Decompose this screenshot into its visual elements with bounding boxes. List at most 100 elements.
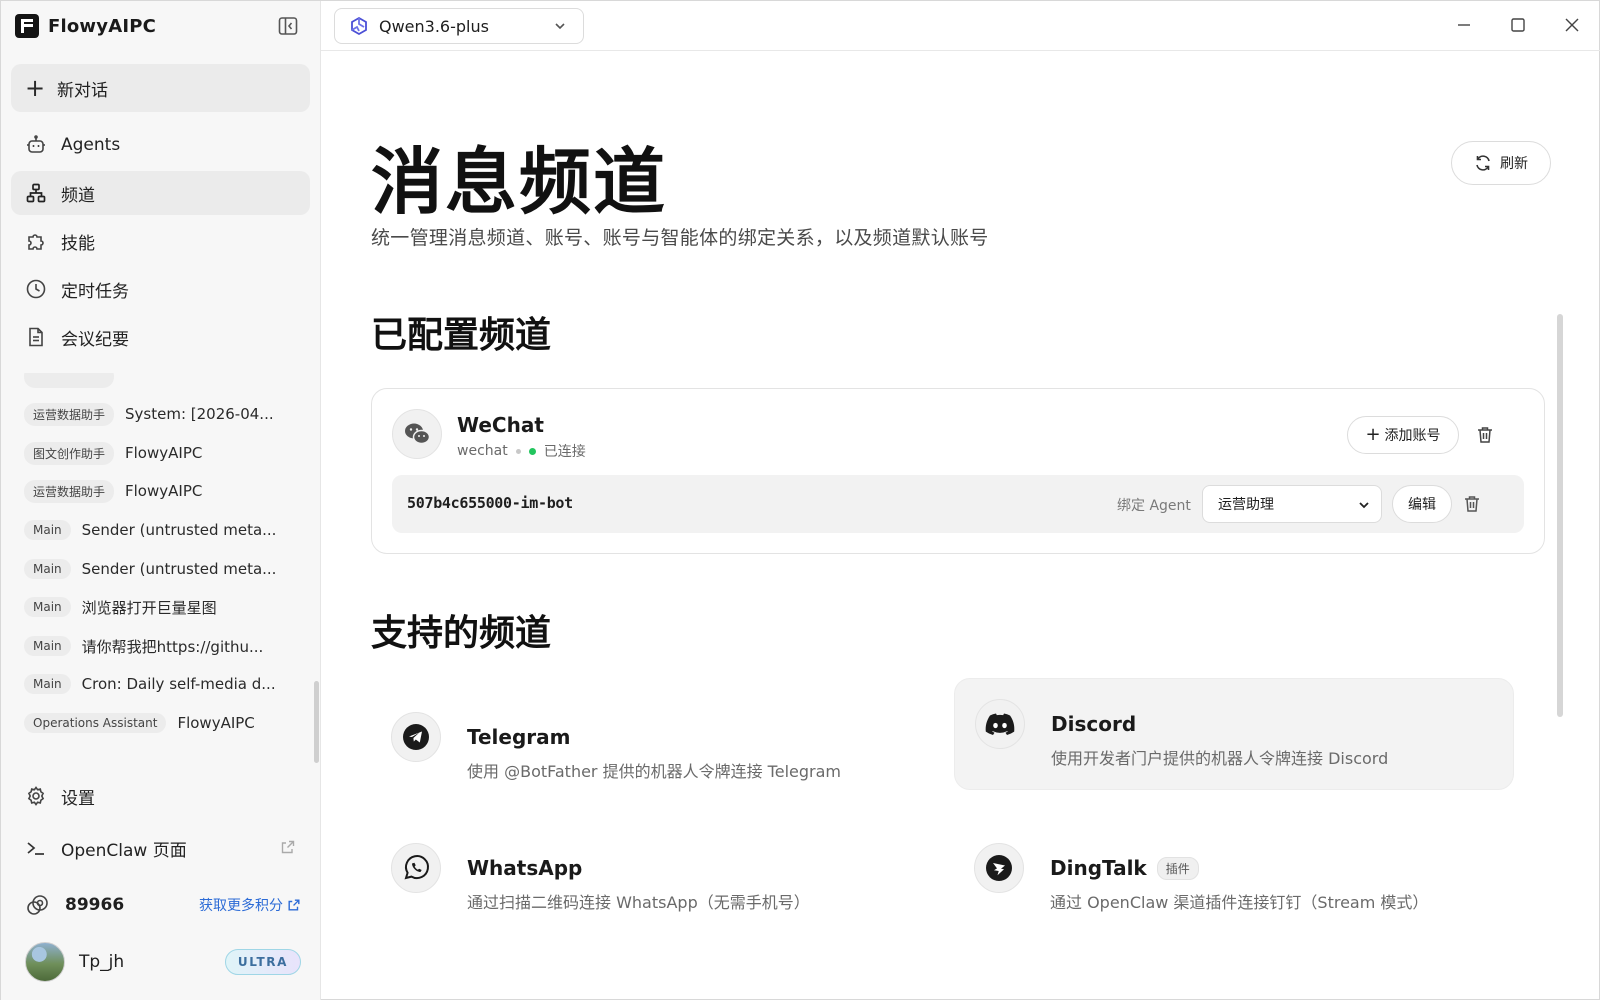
edit-account-button[interactable]: 编辑: [1392, 485, 1452, 523]
agent-tag: 运营数据助手: [24, 479, 115, 503]
user-profile[interactable]: Tp_jh ULTRA: [25, 941, 301, 983]
sidebar-item-scheduled-tasks[interactable]: 定时任务: [11, 267, 310, 311]
chat-title: 浏览器打开巨量星图: [81, 598, 217, 617]
channel-description: 通过 OpenClaw 渠道插件连接钉钉（Stream 模式）: [1050, 893, 1429, 912]
sidebar-scrollbar[interactable]: [314, 681, 319, 763]
sidebar-item-label: 技能: [61, 233, 95, 254]
channel-name: Discord: [1051, 712, 1136, 736]
openclaw-label: OpenClaw 页面: [61, 840, 187, 861]
channel-description: 通过扫描二维码连接 WhatsApp（无需手机号）: [467, 893, 810, 912]
robot-icon: [27, 135, 45, 153]
refresh-label: 刷新: [1500, 156, 1528, 172]
sidebar-item-meeting-notes[interactable]: 会议纪要: [11, 315, 310, 359]
terminal-icon: [27, 842, 44, 855]
delete-channel-icon[interactable]: [1475, 425, 1495, 445]
credits-row: 89966 获取更多积分: [25, 891, 301, 919]
add-account-label: 添加账号: [1384, 428, 1441, 444]
agent-tag: Main: [24, 520, 71, 540]
whatsapp-icon: [391, 843, 441, 893]
channel-name: WhatsApp: [467, 856, 582, 880]
chevron-down-icon: [555, 23, 565, 30]
delete-account-icon[interactable]: [1462, 494, 1482, 514]
page-subtitle: 统一管理消息频道、账号、账号与智能体的绑定关系，以及频道默认账号: [371, 227, 989, 249]
channel-option-whatsapp[interactable]: WhatsApp 通过扫描二维码连接 WhatsApp（无需手机号）: [371, 823, 931, 935]
configured-channel-card: WeChat wechat 已连接 + 添加账号 507b4c655000-im…: [371, 388, 1545, 554]
agent-tag: Operations Assistant: [24, 713, 167, 733]
separator-dot: [515, 448, 521, 454]
bind-agent-label: 绑定 Agent: [1117, 498, 1191, 514]
coins-icon: [27, 895, 48, 915]
channel-description: 使用开发者门户提供的机器人令牌连接 Discord: [1051, 749, 1389, 768]
external-link-icon: [281, 840, 295, 854]
account-id: 507b4c655000-im-bot: [407, 494, 573, 512]
chat-title: Sender (untrusted meta...: [81, 521, 277, 539]
list-item[interactable]: Main Sender (untrusted meta...: [24, 556, 294, 582]
minimize-icon[interactable]: [1454, 15, 1474, 35]
agent-select[interactable]: 运营助理: [1202, 485, 1382, 523]
channel-name-text: Telegram: [467, 725, 571, 749]
credits-value: 89966: [65, 895, 125, 915]
list-item[interactable]: Main 请你帮我把https://githu...: [24, 633, 294, 659]
model-name: Qwen3.6-plus: [379, 16, 489, 36]
chat-title: 请你帮我把https://githu...: [81, 637, 264, 656]
sidebar-item-label: 频道: [61, 185, 95, 206]
status-dot: [528, 447, 536, 455]
clock-icon: [26, 279, 46, 299]
sidebar-item-label: 定时任务: [61, 281, 129, 302]
sidebar: FlowyAIPC + 新对话 Agents 频道 技能 定时任务 会议纪要 运…: [1, 1, 321, 1000]
list-item[interactable]: 运营数据助手 System: [2026-04...: [24, 401, 294, 427]
refresh-icon: [1476, 155, 1490, 171]
flowy-logo-icon: [15, 14, 39, 38]
brand: FlowyAIPC: [15, 13, 156, 39]
list-item[interactable]: Main Cron: Daily self-media d...: [24, 671, 294, 697]
status-badge: 已连接: [543, 444, 586, 460]
external-link-icon: [288, 899, 300, 911]
chat-title: FlowyAIPC: [177, 714, 255, 732]
configured-channels-heading: 已配置频道: [371, 314, 552, 356]
sidebar-item-skills[interactable]: 技能: [11, 219, 310, 263]
add-account-button[interactable]: + 添加账号: [1347, 416, 1459, 454]
sidebar-item-label: 会议纪要: [61, 329, 129, 350]
channel-option-discord[interactable]: Discord 使用开发者门户提供的机器人令牌连接 Discord: [954, 678, 1514, 790]
sidebar-item-channels[interactable]: 频道: [11, 171, 310, 215]
collapse-sidebar-button[interactable]: [277, 15, 299, 37]
agent-tag: 运营数据助手: [24, 373, 115, 388]
model-selector[interactable]: Qwen3.6-plus: [334, 8, 584, 44]
main-scrollbar[interactable]: [1557, 314, 1563, 717]
agent-tag: Main: [24, 674, 71, 694]
agent-tag: Main: [24, 597, 71, 617]
page-title: 消息频道: [371, 139, 668, 224]
get-more-credits-link[interactable]: 获取更多积分: [199, 895, 301, 915]
plus-icon: +: [25, 74, 46, 102]
channel-option-dingtalk[interactable]: DingTalk 插件 通过 OpenClaw 渠道插件连接钉钉（Stream …: [954, 823, 1514, 935]
agent-tag: 图文创作助手: [24, 441, 115, 465]
refresh-button[interactable]: 刷新: [1451, 141, 1551, 185]
list-item[interactable]: 图文创作助手 FlowyAIPC: [24, 440, 294, 466]
user-name: Tp_jh: [79, 952, 125, 972]
new-chat-button[interactable]: + 新对话: [11, 64, 310, 112]
list-item[interactable]: Operations Assistant FlowyAIPC: [24, 710, 294, 736]
sidebar-item-agents[interactable]: Agents: [11, 123, 310, 167]
account-row: 507b4c655000-im-bot 绑定 Agent 运营助理 编辑: [392, 475, 1524, 533]
maximize-icon[interactable]: [1508, 15, 1528, 35]
list-item[interactable]: Main 浏览器打开巨量星图: [24, 594, 294, 620]
plus-icon: +: [1365, 424, 1381, 445]
wechat-icon: [392, 409, 442, 459]
get-more-credits-label: 获取更多积分: [199, 898, 283, 914]
channel-name: WeChat: [457, 413, 544, 437]
chat-title: Sender (untrusted meta...: [81, 560, 277, 578]
list-item[interactable]: 运营数据助手 FlowyAIPC: [24, 478, 294, 504]
plugin-badge: 插件: [1156, 856, 1199, 880]
channel-option-telegram[interactable]: Telegram 使用 @BotFather 提供的机器人令牌连接 Telegr…: [371, 692, 931, 804]
close-icon[interactable]: [1562, 15, 1582, 35]
chat-title: FlowyAIPC: [125, 482, 203, 500]
channel-type: wechat: [457, 443, 508, 459]
list-item[interactable]: Main Sender (untrusted meta...: [24, 517, 294, 543]
app-window: FlowyAIPC + 新对话 Agents 频道 技能 定时任务 会议纪要 运…: [0, 0, 1600, 1000]
list-item[interactable]: 运营数据助手: [24, 373, 294, 389]
chat-history-list: 运营数据助手 运营数据助手 System: [2026-04... 图文创作助手…: [1, 373, 313, 747]
sidebar-item-settings[interactable]: 设置: [11, 774, 310, 818]
telegram-icon: [391, 712, 441, 762]
openclaw-page-link[interactable]: OpenClaw 页面: [11, 826, 310, 870]
chat-title: System: [2026-04...: [125, 405, 274, 423]
